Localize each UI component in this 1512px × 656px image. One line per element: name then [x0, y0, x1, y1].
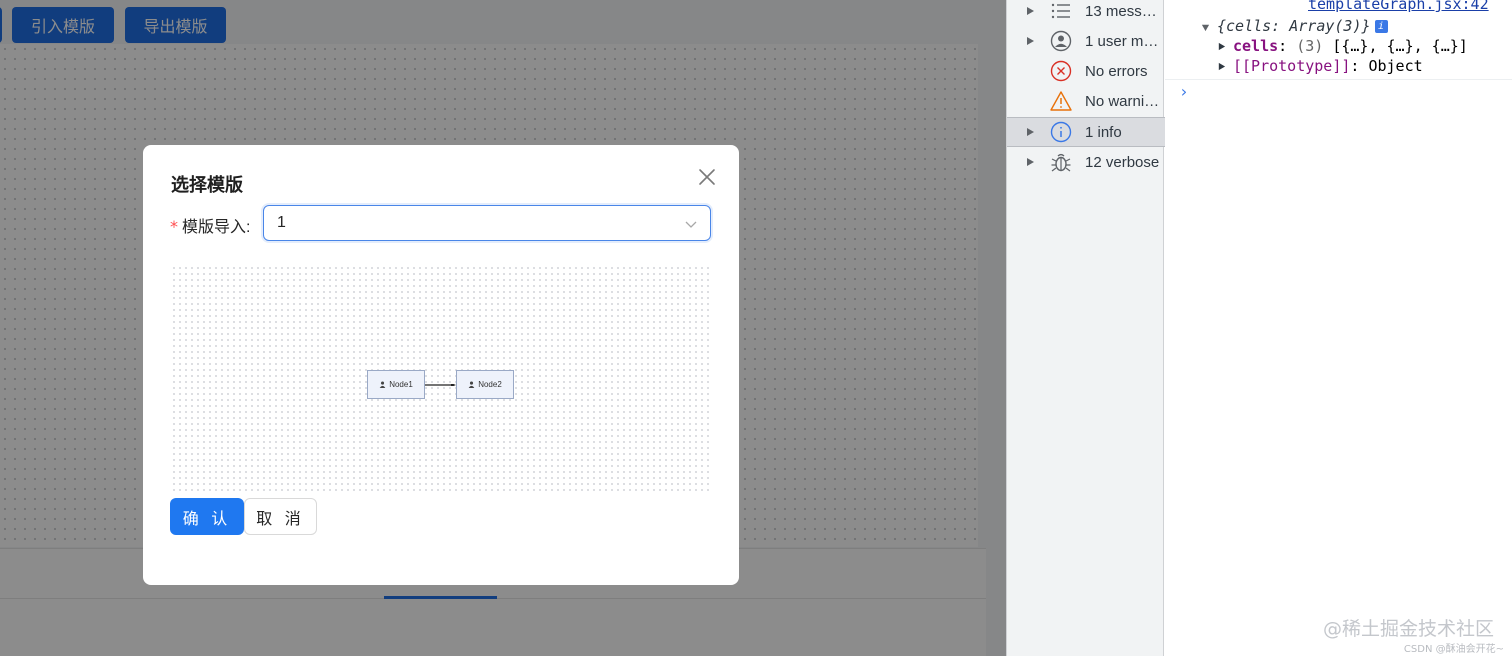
property-value: [{…}, {…}, {…}] [1332, 37, 1468, 55]
object-preview[interactable]: {cells: Array(3)} i [1217, 17, 1388, 35]
expand-triangle-icon[interactable] [1025, 157, 1035, 167]
select-template-modal: 选择模版 * 模版导入: 1 Node1 Node2 确 认 取 消 [143, 145, 739, 585]
prototype-property[interactable]: [[Prototype]]: Object [1233, 57, 1423, 75]
array-count: (3) [1296, 37, 1324, 55]
graph-node-label: Node2 [478, 380, 502, 389]
close-icon[interactable] [695, 165, 719, 189]
template-select-value: 1 [277, 214, 286, 231]
watermark-sub: CSDN @酥油会开花~ [1403, 644, 1504, 655]
info-icon [1050, 121, 1072, 143]
required-mark: * [170, 217, 178, 236]
console-prompt[interactable]: › [1179, 82, 1189, 101]
sidebar-item-messages[interactable]: 13 mess… [1007, 0, 1165, 26]
expand-triangle-icon[interactable] [1217, 42, 1226, 51]
graph-node: Node2 [456, 370, 514, 399]
cancel-button[interactable]: 取 消 [244, 498, 317, 535]
chevron-down-icon [685, 221, 697, 228]
graph-edge-arrow [425, 384, 456, 386]
info-badge-icon: i [1374, 20, 1388, 33]
console-divider [1165, 79, 1512, 80]
sidebar-item-label: No warni… [1085, 92, 1160, 110]
template-import-label-text: 模版导入: [182, 219, 251, 236]
expand-triangle-icon[interactable] [1025, 6, 1035, 16]
expand-triangle-icon[interactable] [1025, 127, 1035, 137]
user-icon [379, 381, 386, 388]
property-key: [[Prototype]] [1233, 57, 1351, 75]
error-icon [1050, 60, 1072, 82]
collapse-triangle-icon[interactable] [1201, 23, 1210, 32]
sidebar-item-label: 1 info [1085, 123, 1122, 141]
source-link[interactable]: templateGraph.jsx:42 [1308, 0, 1489, 13]
sidebar-item-user-messages[interactable]: 1 user m… [1007, 26, 1165, 56]
console-output: templateGraph.jsx:42 {cells: Array(3)} i … [1165, 0, 1512, 656]
property-key: cells [1233, 37, 1279, 55]
app-area: 引入模版 导出模版 选择模版 * 模版导入: 1 Node1 Node2 确 认… [0, 0, 1006, 656]
template-preview: Node1 Node2 [171, 265, 711, 495]
graph-node: Node1 [367, 370, 425, 399]
template-select[interactable]: 1 [263, 205, 711, 241]
list-icon [1051, 3, 1070, 19]
object-preview-text: {cells: Array(3)} [1217, 17, 1371, 35]
user-icon [1050, 30, 1072, 52]
watermark: @稀土掘金技术社区 [1322, 618, 1494, 640]
template-import-label: * 模版导入: [170, 213, 250, 237]
sidebar-item-label: 13 mess… [1085, 2, 1157, 20]
console-sidebar: 13 mess… 1 user m… No errors No warni… 1… [1006, 0, 1165, 656]
property-value: Object [1368, 57, 1423, 75]
confirm-button[interactable]: 确 认 [170, 498, 244, 535]
sidebar-item-info[interactable]: 1 info [1007, 117, 1165, 147]
sidebar-item-label: 12 verbose [1085, 153, 1160, 171]
sidebar-item-verbose[interactable]: 12 verbose [1007, 147, 1165, 177]
sidebar-item-label: No errors [1085, 62, 1148, 80]
bug-icon [1051, 153, 1071, 172]
user-icon [468, 381, 475, 388]
cells-property[interactable]: cells: (3) [{…}, {…}, {…}] [1233, 37, 1468, 55]
expand-triangle-icon[interactable] [1025, 36, 1035, 46]
sidebar-item-warnings[interactable]: No warni… [1007, 86, 1165, 116]
warning-icon [1050, 91, 1072, 111]
expand-triangle-icon[interactable] [1217, 62, 1226, 71]
sidebar-item-errors[interactable]: No errors [1007, 56, 1165, 86]
graph-node-label: Node1 [389, 380, 413, 389]
sidebar-item-label: 1 user m… [1085, 32, 1159, 50]
modal-title: 选择模版 [171, 175, 243, 195]
